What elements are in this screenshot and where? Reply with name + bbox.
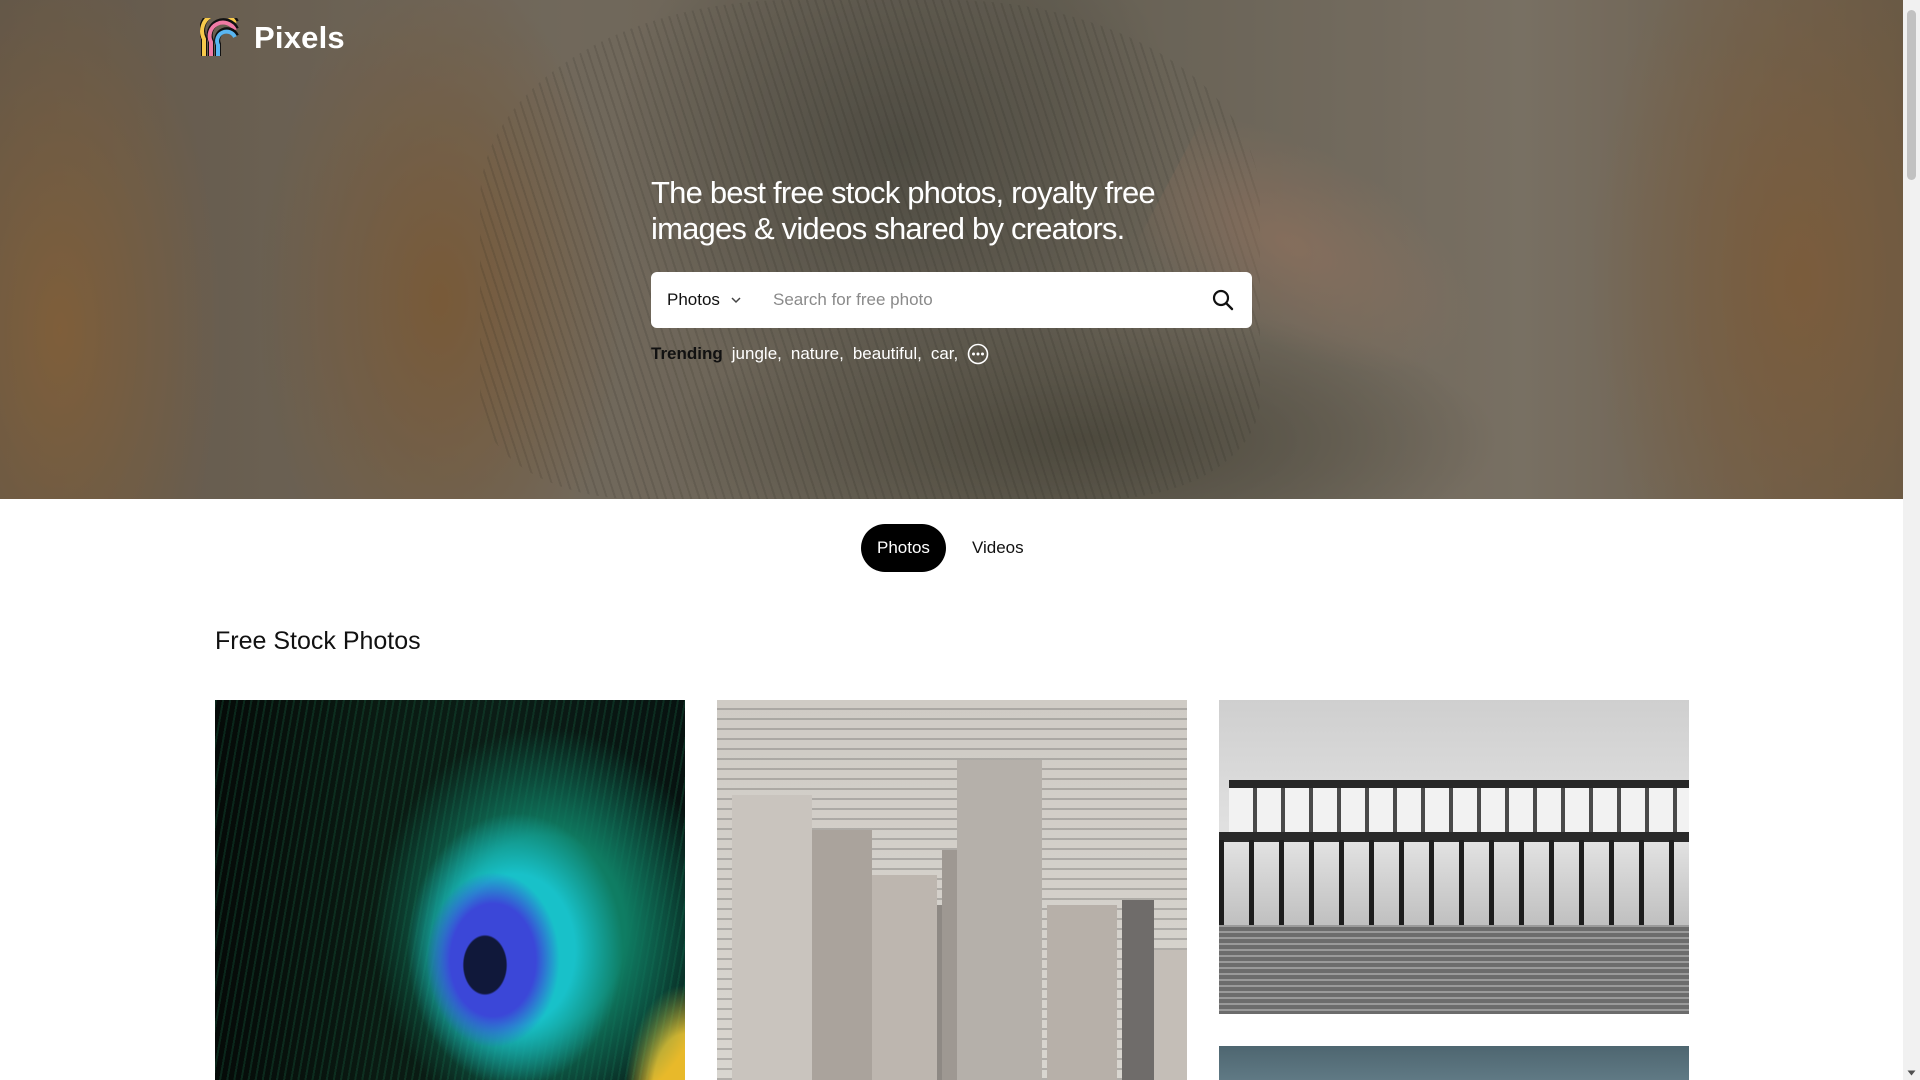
hero-headline: The best free stock photos, royalty free… xyxy=(651,175,1156,246)
more-horizontal-icon[interactable] xyxy=(967,343,989,365)
search-type-label: Photos xyxy=(667,290,720,309)
scrollbar-thumb[interactable] xyxy=(1907,10,1916,180)
search-type-dropdown[interactable]: Photos xyxy=(651,272,771,328)
trending-tag-car[interactable]: car, xyxy=(931,344,958,364)
search-button[interactable] xyxy=(1194,272,1252,328)
photo-next-item[interactable] xyxy=(1219,1046,1689,1080)
search-bar: Photos xyxy=(651,272,1252,328)
trending-tag-jungle[interactable]: jungle, xyxy=(732,344,782,364)
hero-overlay xyxy=(0,0,1903,499)
trending-searches: Trending jungle, nature, beautiful, car, xyxy=(651,343,989,365)
section-title: Free Stock Photos xyxy=(215,627,421,655)
trending-tag-nature[interactable]: nature, xyxy=(791,344,844,364)
photo-pier-houses[interactable] xyxy=(1219,700,1689,1014)
trending-label: Trending xyxy=(651,344,723,363)
rainbow-logo-icon xyxy=(200,18,239,56)
site-logo[interactable]: Pixels xyxy=(200,18,345,58)
chevron-down-icon xyxy=(731,297,741,304)
logo-text: Pixels xyxy=(254,20,345,55)
search-input[interactable] xyxy=(771,272,1194,328)
tab-videos[interactable]: Videos xyxy=(956,524,1040,572)
hero-banner: Pixels The best free stock photos, royal… xyxy=(0,0,1903,499)
vertical-scrollbar[interactable] xyxy=(1903,0,1920,1080)
photo-city-buildings[interactable] xyxy=(717,700,1187,1080)
scroll-down-arrow-icon[interactable] xyxy=(1907,1069,1916,1077)
tab-photos[interactable]: Photos xyxy=(861,524,946,572)
media-type-toggle: Photos Videos xyxy=(861,524,1040,572)
search-icon xyxy=(1212,289,1234,311)
photo-peacock-feather[interactable] xyxy=(215,700,685,1080)
trending-tag-beautiful[interactable]: beautiful, xyxy=(853,344,922,364)
